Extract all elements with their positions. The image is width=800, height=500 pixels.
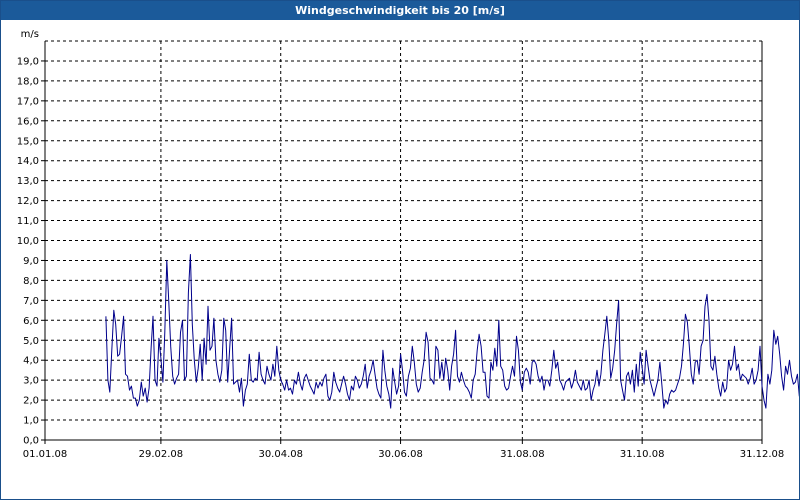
- y-axis-label: m/s: [21, 29, 39, 40]
- y-tick-label: 7,0: [23, 296, 39, 307]
- y-tick-label: 5,0: [23, 336, 39, 347]
- x-tick-label: 31.10.08: [620, 449, 665, 460]
- y-tick-label: 11,0: [17, 216, 39, 227]
- y-tick-label: 15,0: [17, 136, 39, 147]
- y-tick-label: 4,0: [23, 356, 39, 367]
- y-tick-label: 18,0: [17, 76, 39, 87]
- y-tick-label: 12,0: [17, 196, 39, 207]
- y-tick-label: 10,0: [17, 236, 39, 247]
- y-tick-label: 6,0: [23, 316, 39, 327]
- y-tick-label: 9,0: [23, 256, 39, 267]
- x-tick-label: 01.01.08: [23, 449, 68, 460]
- x-tick-label: 30.04.08: [258, 449, 303, 460]
- y-tick-label: 3,0: [23, 376, 39, 387]
- x-tick-label: 29.02.08: [139, 449, 184, 460]
- y-tick-label: 16,0: [17, 116, 39, 127]
- y-tick-label: 19,0: [17, 56, 39, 67]
- x-tick-label: 31.12.08: [740, 449, 785, 460]
- y-tick-label: 2,0: [23, 396, 39, 407]
- y-tick-label: 0,0: [23, 436, 39, 447]
- y-tick-label: 14,0: [17, 156, 39, 167]
- window-title: Windgeschwindigkeit bis 20 [m/s]: [1, 1, 799, 20]
- y-tick-label: 13,0: [17, 176, 39, 187]
- x-tick-label: 30.06.08: [378, 449, 423, 460]
- chart-window: Windgeschwindigkeit bis 20 [m/s] 0,0 1,0 2…: [0, 0, 800, 500]
- wind-speed-chart: 0,0 1,0 2,0 3,0 4,0 5,0 6,0 7,0 8,0 9,0 10,0 11,0 12…: [17, 29, 799, 460]
- x-tick-label: 31.08.08: [500, 449, 545, 460]
- y-tick-label: 17,0: [17, 96, 39, 107]
- y-tick-label: 1,0: [23, 416, 39, 427]
- y-tick-label: 8,0: [23, 276, 39, 287]
